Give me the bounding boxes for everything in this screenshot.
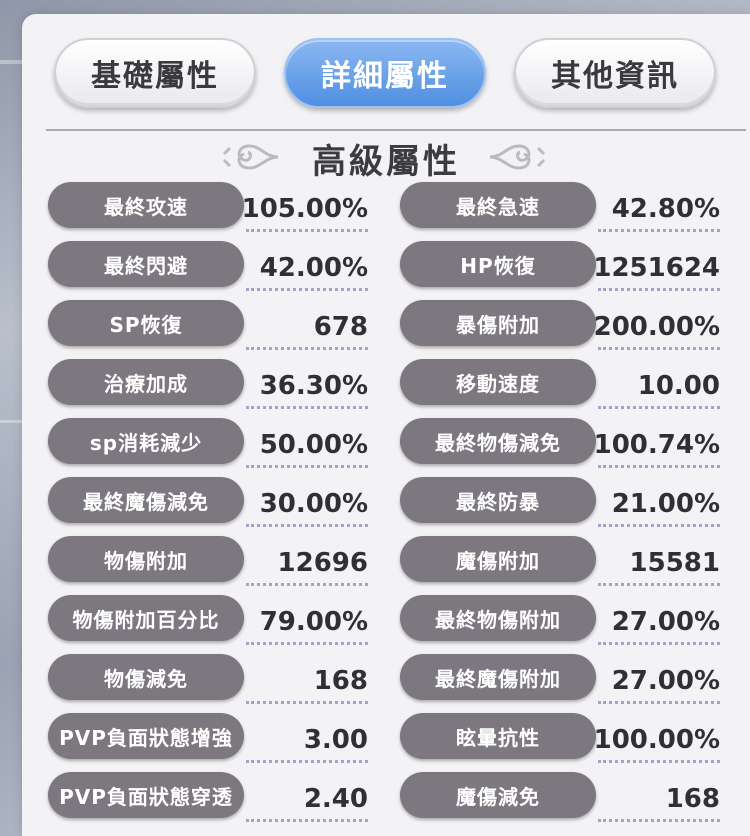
stat-label: 移動速度 — [400, 359, 596, 405]
dotted-underline — [598, 406, 720, 409]
dotted-underline — [598, 465, 720, 468]
dotted-underline — [246, 347, 368, 350]
tab-bar: 基礎屬性 詳細屬性 其他資訊 — [22, 38, 750, 108]
dotted-underline — [598, 760, 720, 763]
dotted-underline — [598, 229, 720, 232]
stat-label: 魔傷附加 — [400, 536, 596, 582]
stat-value: 42.80% — [611, 194, 720, 224]
stat-label: 最終物傷附加 — [400, 595, 596, 641]
stat-value: 168 — [313, 666, 368, 696]
stat-label: 魔傷減免 — [400, 772, 596, 818]
tab-basic-attributes[interactable]: 基礎屬性 — [54, 38, 256, 108]
stat-label: HP恢復 — [400, 241, 596, 287]
stat-label: 物傷附加 — [48, 536, 244, 582]
stat-label: 最終攻速 — [48, 182, 244, 228]
stat-label: 最終急速 — [400, 182, 596, 228]
dotted-underline — [598, 642, 720, 645]
dotted-underline — [598, 347, 720, 350]
dotted-underline — [246, 229, 368, 232]
stat-label: 暴傷附加 — [400, 300, 596, 346]
background-streak — [0, 420, 22, 423]
dotted-underline — [246, 760, 368, 763]
stat-value: 12696 — [277, 548, 368, 578]
stat-value: 30.00% — [259, 489, 368, 519]
dotted-underline — [246, 642, 368, 645]
dotted-underline — [246, 406, 368, 409]
tab-other-info[interactable]: 其他資訊 — [514, 38, 716, 108]
stat-value: 50.00% — [259, 430, 368, 460]
stat-value: 1251624 — [593, 253, 720, 283]
stat-value: 42.00% — [259, 253, 368, 283]
dotted-underline — [598, 701, 720, 704]
stat-label: 物傷附加百分比 — [48, 595, 244, 641]
dotted-underline — [246, 288, 368, 291]
stat-label: 最終魔傷附加 — [400, 654, 596, 700]
attribute-panel: 基礎屬性 詳細屬性 其他資訊 高級屬性 最終攻速 105.00% 最終急速 42… — [22, 14, 750, 836]
stat-value: 15581 — [629, 548, 720, 578]
stat-value: 79.00% — [259, 607, 368, 637]
stat-label: 最終魔傷減免 — [48, 477, 244, 523]
right-flourish-icon — [489, 144, 546, 170]
dotted-underline — [246, 819, 368, 822]
stat-value: 100.00% — [593, 725, 720, 755]
stat-value: 21.00% — [611, 489, 720, 519]
stat-value: 3.00 — [303, 725, 368, 755]
stat-label: 物傷減免 — [48, 654, 244, 700]
dotted-underline — [246, 465, 368, 468]
tab-detailed-attributes[interactable]: 詳細屬性 — [284, 38, 486, 108]
stat-value: 105.00% — [241, 194, 368, 224]
stat-label: 最終閃避 — [48, 241, 244, 287]
stat-value: 2.40 — [303, 784, 368, 814]
stat-value: 100.74% — [593, 430, 720, 460]
stat-label: 最終物傷減免 — [400, 418, 596, 464]
stat-label: SP恢復 — [48, 300, 244, 346]
dotted-underline — [246, 701, 368, 704]
stat-value: 200.00% — [593, 312, 720, 342]
stat-value: 36.30% — [259, 371, 368, 401]
dotted-underline — [246, 524, 368, 527]
stat-value: 10.00 — [637, 371, 720, 401]
dotted-underline — [598, 583, 720, 586]
stat-label: 治療加成 — [48, 359, 244, 405]
stat-label: PVP負面狀態穿透 — [48, 772, 244, 818]
stat-label: PVP負面狀態增強 — [48, 713, 244, 759]
stat-value: 168 — [665, 784, 720, 814]
dotted-underline — [598, 819, 720, 822]
dotted-underline — [598, 288, 720, 291]
stat-label: sp消耗減少 — [48, 418, 244, 464]
divider — [46, 129, 746, 131]
dotted-underline — [598, 524, 720, 527]
background-streak — [0, 60, 22, 64]
stat-value: 678 — [313, 312, 368, 342]
stat-value: 27.00% — [611, 666, 720, 696]
dotted-underline — [246, 583, 368, 586]
stat-value: 27.00% — [611, 607, 720, 637]
section-title: 高級屬性 — [312, 141, 460, 182]
stat-label: 眩暈抗性 — [400, 713, 596, 759]
stat-label: 最終防暴 — [400, 477, 596, 523]
